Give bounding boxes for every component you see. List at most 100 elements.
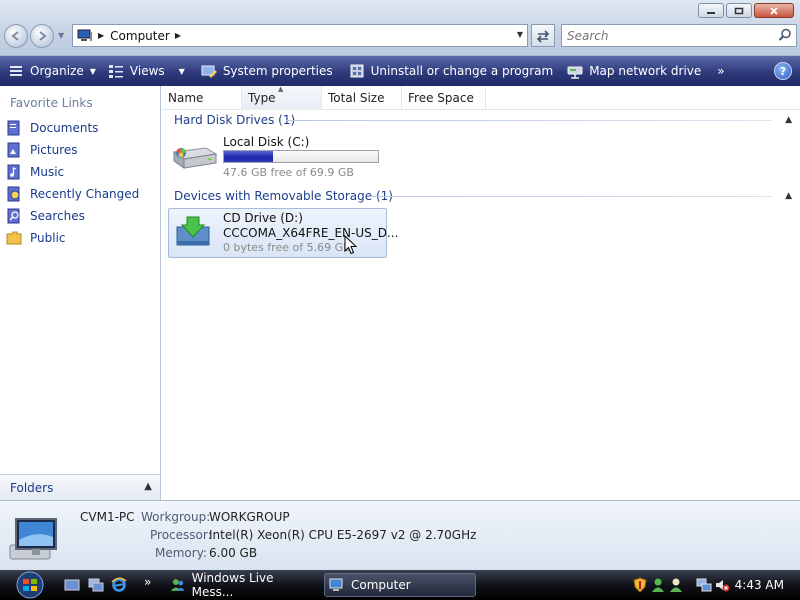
minimize-icon <box>707 11 715 14</box>
workgroup-key: Workgroup: <box>141 510 211 524</box>
map-network-drive-label: Map network drive <box>589 64 702 78</box>
address-dropdown-icon[interactable]: ▼ <box>517 30 523 39</box>
sidebar-item-music[interactable]: Music <box>6 162 64 182</box>
file-list: Name ▲ Type Total Size Free Space Hard D… <box>162 85 800 500</box>
disk-usage-fill <box>224 151 274 162</box>
sidebar-item-recently-changed[interactable]: Recently Changed <box>6 184 139 204</box>
folders-toggle[interactable]: Folders ▲ <box>0 474 160 500</box>
quick-launch-overflow[interactable]: » <box>144 575 151 589</box>
column-header-total-size[interactable]: Total Size <box>322 86 402 110</box>
drive-free-space: 0 bytes free of 5.69 GB <box>223 241 351 254</box>
group-divider <box>286 120 772 121</box>
system-properties-icon <box>201 65 217 78</box>
group-header-removable-storage[interactable]: Devices with Removable Storage (1) <box>174 187 393 205</box>
column-header-name[interactable]: Name <box>162 86 242 110</box>
refresh-button[interactable] <box>531 24 555 47</box>
internet-explorer-icon[interactable] <box>111 577 127 593</box>
sidebar-item-label: Public <box>30 231 66 245</box>
recently-changed-icon <box>7 186 20 202</box>
sidebar-item-label: Searches <box>30 209 85 223</box>
user-icon[interactable] <box>668 577 684 593</box>
organize-icon <box>10 66 22 76</box>
search-input[interactable] <box>562 25 762 46</box>
maximize-button[interactable] <box>726 3 752 18</box>
system-tray: 4:43 AM <box>628 570 800 600</box>
breadcrumb-computer[interactable]: Computer <box>110 29 170 43</box>
searches-icon <box>7 208 20 224</box>
map-network-drive-button[interactable]: Map network drive <box>561 56 707 86</box>
computer-icon <box>9 518 57 560</box>
group-header-hard-disk-drives[interactable]: Hard Disk Drives (1) <box>174 111 295 129</box>
messenger-status-icon[interactable] <box>650 577 666 593</box>
disk-usage-bar <box>223 150 379 163</box>
back-arrow-icon <box>11 31 19 41</box>
chevron-up-icon: ▲ <box>144 481 152 492</box>
views-button[interactable]: Views ▼ <box>102 56 191 86</box>
sidebar-item-pictures[interactable]: Pictures <box>6 140 78 160</box>
sidebar-item-searches[interactable]: Searches <box>6 206 85 226</box>
collapse-group-icon[interactable]: ▲ <box>785 115 792 125</box>
organize-label: Organize <box>30 64 84 78</box>
views-label: Views <box>129 64 165 78</box>
processor-key: Processor: <box>150 528 212 542</box>
favorite-links-heading: Favorite Links <box>10 96 93 110</box>
mouse-pointer-icon <box>344 235 358 255</box>
breadcrumb-chevron-icon[interactable]: ▶ <box>175 31 181 40</box>
show-desktop-icon[interactable] <box>64 577 80 593</box>
views-dropdown-icon: ▼ <box>178 66 185 76</box>
organize-button[interactable]: Organize ▼ <box>2 56 102 86</box>
back-button[interactable] <box>4 24 28 48</box>
taskbar: » Windows Live Mess... Computer 4:43 AM <box>0 570 800 600</box>
refresh-icon <box>536 29 550 43</box>
maximize-icon <box>734 7 744 14</box>
system-properties-button[interactable]: System properties <box>195 56 339 86</box>
sidebar-item-label: Pictures <box>30 143 78 157</box>
sidebar-item-label: Documents <box>30 121 99 135</box>
navigation-bar: ▼ ▶ Computer ▶ ▼ <box>0 0 800 56</box>
processor-value: Intel(R) Xeon(R) CPU E5-2697 v2 @ 2.70GH… <box>209 528 477 542</box>
column-header-free-space[interactable]: Free Space <box>402 86 486 110</box>
recent-pages-dropdown[interactable]: ▼ <box>58 31 66 40</box>
taskbar-item-computer[interactable]: Computer <box>324 573 476 597</box>
address-bar[interactable]: ▶ Computer ▶ ▼ <box>72 24 528 47</box>
sidebar-item-documents[interactable]: Documents <box>6 118 98 138</box>
music-icon <box>7 164 20 180</box>
network-icon[interactable] <box>696 577 712 593</box>
organize-dropdown-icon: ▼ <box>89 66 96 76</box>
search-icon[interactable] <box>778 28 792 42</box>
security-shield-icon[interactable] <box>632 577 648 593</box>
volume-muted-icon[interactable] <box>714 577 730 593</box>
folders-label: Folders <box>10 480 54 495</box>
help-button[interactable]: ? <box>774 62 792 80</box>
pictures-icon <box>7 142 20 158</box>
details-pane: CVM1-PC Workgroup: WORKGROUP Processor: … <box>0 500 800 570</box>
drive-tile-local-disk[interactable]: Local Disk (C:) 47.6 GB free of 69.9 GB <box>168 132 388 180</box>
cd-drive-icon <box>176 216 210 246</box>
toolbar-overflow-button[interactable]: » <box>711 56 730 86</box>
taskbar-item-messenger[interactable]: Windows Live Mess... <box>166 571 316 599</box>
command-bar: Organize ▼ Views ▼ System properties Uni… <box>0 56 800 86</box>
forward-button[interactable] <box>30 24 54 48</box>
start-button[interactable] <box>10 571 50 599</box>
clock[interactable]: 4:43 AM <box>735 578 784 592</box>
workgroup-value: WORKGROUP <box>209 510 290 524</box>
breadcrumb-separator-icon[interactable]: ▶ <box>98 31 104 40</box>
memory-key: Memory: <box>155 546 207 560</box>
group-label: Hard Disk Drives (1) <box>174 113 296 127</box>
programs-icon <box>350 64 364 78</box>
switch-windows-icon[interactable] <box>88 577 104 593</box>
memory-value: 6.00 GB <box>209 546 258 560</box>
window-controls <box>698 3 794 18</box>
sidebar-item-label: Recently Changed <box>30 187 140 201</box>
system-properties-label: System properties <box>222 64 333 78</box>
search-box[interactable] <box>561 24 797 47</box>
collapse-group-icon[interactable]: ▲ <box>785 191 792 201</box>
computer-icon <box>77 29 92 41</box>
close-button[interactable] <box>754 3 794 18</box>
column-header-type[interactable]: ▲ Type <box>242 85 322 110</box>
drive-free-space: 47.6 GB free of 69.9 GB <box>223 166 354 179</box>
sidebar-item-public[interactable]: Public <box>6 228 66 248</box>
minimize-button[interactable] <box>698 3 724 18</box>
column-header-label: Free Space <box>408 91 474 105</box>
uninstall-program-button[interactable]: Uninstall or change a program <box>343 56 560 86</box>
